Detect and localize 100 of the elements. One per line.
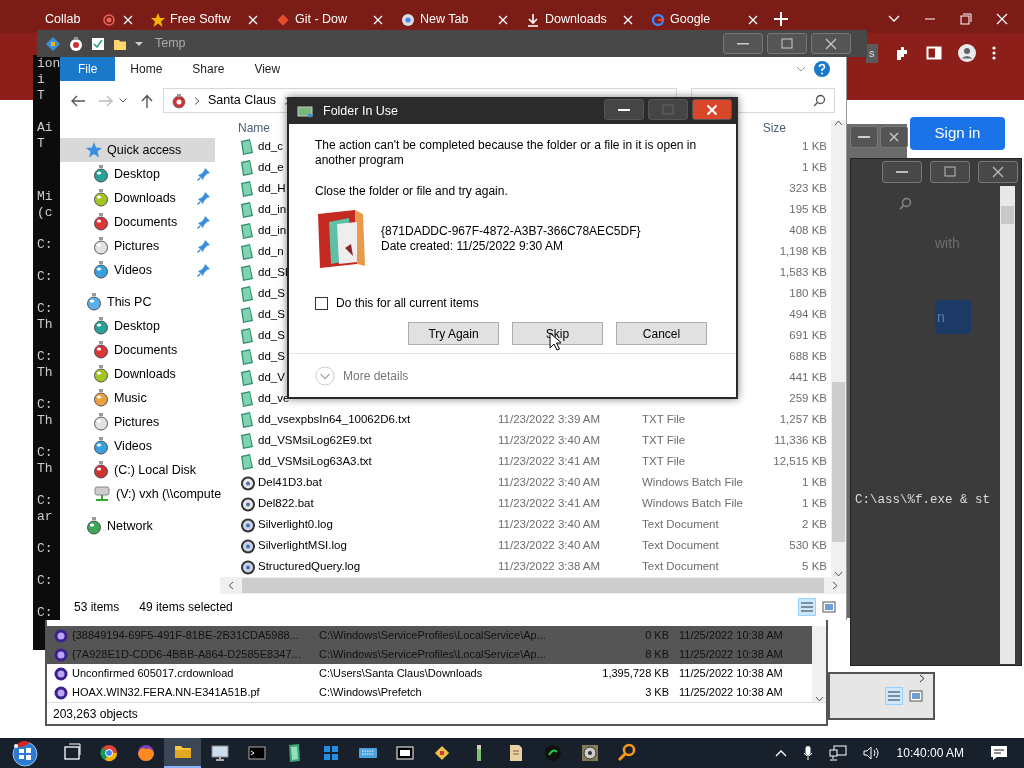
file-size: 1 KB [802,495,828,511]
file-type: TXT File [642,433,686,446]
status-text: 203,263 objects [47,702,826,724]
console-text: C: [36,349,54,365]
dialog-title: Folder In Use [323,103,399,121]
file-type: Windows Batch File [642,496,743,509]
file-size: 494 KB [789,306,828,322]
file-name: dd_SI [258,265,289,278]
dialog-instruction: Close the folder or file and try again. [315,183,509,200]
file-date: 11/23/2022 3:40 AM [498,475,601,488]
console-text: C: [36,493,54,509]
file-size: 2 KB [802,516,828,532]
file-name: dd_in [258,202,287,215]
dialog-message: The action can't be completed because the folder or a file in it is open in another program [315,138,698,168]
file-date: 11/25/2022 10:38 AM [679,628,783,644]
file-name: dd_VSMsiLog63A3.txt [258,454,372,467]
file-name: dd_S [258,328,285,341]
file-name: dd_c [258,139,283,152]
console-text: Th [36,365,54,381]
file-name: Unconfirmed 605017.crdownload [72,667,234,680]
file-name: {38849194-69F5-491F-81BE-2B31CDA5988... [72,629,299,642]
file-size: 1 KB [802,474,828,490]
toolbar-label: s [866,44,878,63]
file-size: 1,395,728 KB [602,667,669,680]
item-name: {871DADDC-967F-4872-A3B7-366C78AEC5DF} [381,224,641,239]
file-size: 691 KB [789,327,828,343]
file-size: 441 KB [789,369,828,385]
console-text: Th [36,317,54,333]
file-type: TXT File [642,412,686,425]
console-text: ar [36,509,54,525]
file-size: 408 KB [789,222,828,238]
file-type: Text Document [642,538,719,551]
console-text: Ai [36,120,54,136]
console-text: Th [36,413,54,429]
file-size: 1,583 KB [779,264,828,280]
file-name: dd_vsexpbsIn64_10062D6.txt [258,412,411,425]
file-name: Silverlight0.log [258,517,333,530]
file-size: 1,257 KB [779,411,828,427]
file-date: 11/25/2022 10:38 AM [679,685,783,701]
file-name: dd_S [258,286,285,299]
file-type: Text Document [642,559,719,572]
file-date: 11/23/2022 3:41 AM [498,454,601,467]
file-size: 259 KB [789,390,828,406]
console-text: (c [36,205,54,221]
file-path: C:\Windows\ServiceProfiles\LocalService\Ap... [319,648,546,661]
file-name: {7A928E1D-CDD6-4BBB-A864-D2585E8347... [72,648,301,661]
file-name: Del822.bat [258,496,314,509]
file-size: 8 KB [645,648,669,661]
window-title: Temp [155,35,186,53]
item-date: Date created: 11/25/2022 9:30 AM [381,239,564,254]
console-text: C: [36,573,54,589]
console-text: C: [36,237,54,253]
file-path: C:\Windows\ServiceProfiles\LocalService\Ap... [319,629,546,642]
console-text: T [36,136,46,150]
file-size: 530 KB [789,537,828,553]
file-size: 195 KB [789,201,828,217]
file-date: 11/23/2022 3:41 AM [498,496,601,509]
console-text: C: [36,397,54,413]
console-text: T [36,88,46,104]
file-name: dd_VSMsiLog62E9.txt [258,433,372,446]
file-name: dd_in [258,223,287,236]
file-size: 1 KB [802,138,828,154]
file-size: 1 KB [802,159,828,175]
console-text: Mi [36,189,54,205]
console-text: ion [36,56,61,72]
console-text: Th [36,461,54,477]
file-type: TXT File [642,454,686,467]
console-text: C: [36,445,54,461]
file-name: dd_e [258,160,284,173]
file-size: 11,336 KB [774,432,828,448]
file-size: 1,198 KB [779,243,828,259]
file-name: dd_V [258,370,285,383]
file-date: 11/25/2022 10:38 AM [679,666,783,682]
console-text: C: [36,605,54,621]
file-size: 3 KB [645,686,669,699]
status-text: 49 items selected [139,599,233,616]
file-name: dd_H [258,181,286,194]
status-text: 53 items [74,599,120,616]
file-size: 5 KB [802,558,828,574]
file-size: 12,515 KB [773,453,828,469]
file-name: dd_S [258,349,285,362]
console-text: C: [36,301,54,317]
file-path: C:\Windows\Prefetch [319,686,422,699]
file-date: 11/23/2022 3:40 AM [498,538,601,551]
console-text: C:\ass\%f.exe & st [855,492,991,509]
file-name: SilverlightMSI.log [258,538,347,551]
file-size: 0 KB [645,629,669,642]
file-path: C:\Users\Santa Claus\Downloads [319,667,483,680]
file-date: 11/23/2022 3:40 AM [498,517,601,530]
file-size: 180 KB [789,285,828,301]
file-name: StructuredQuery.log [258,559,361,572]
file-date: 11/23/2022 3:40 AM [498,433,601,446]
file-date: 11/23/2022 3:39 AM [498,412,601,425]
file-name: HOAX.WIN32.FERA.NN-E341A51B.pf [72,686,260,699]
file-date: 11/23/2022 3:38 AM [498,559,601,572]
file-name: Del41D3.bat [258,475,322,488]
file-size: 323 KB [789,180,828,196]
file-type: Windows Batch File [642,475,743,488]
console-text: C: [36,269,54,285]
file-name: dd_n [258,244,284,257]
